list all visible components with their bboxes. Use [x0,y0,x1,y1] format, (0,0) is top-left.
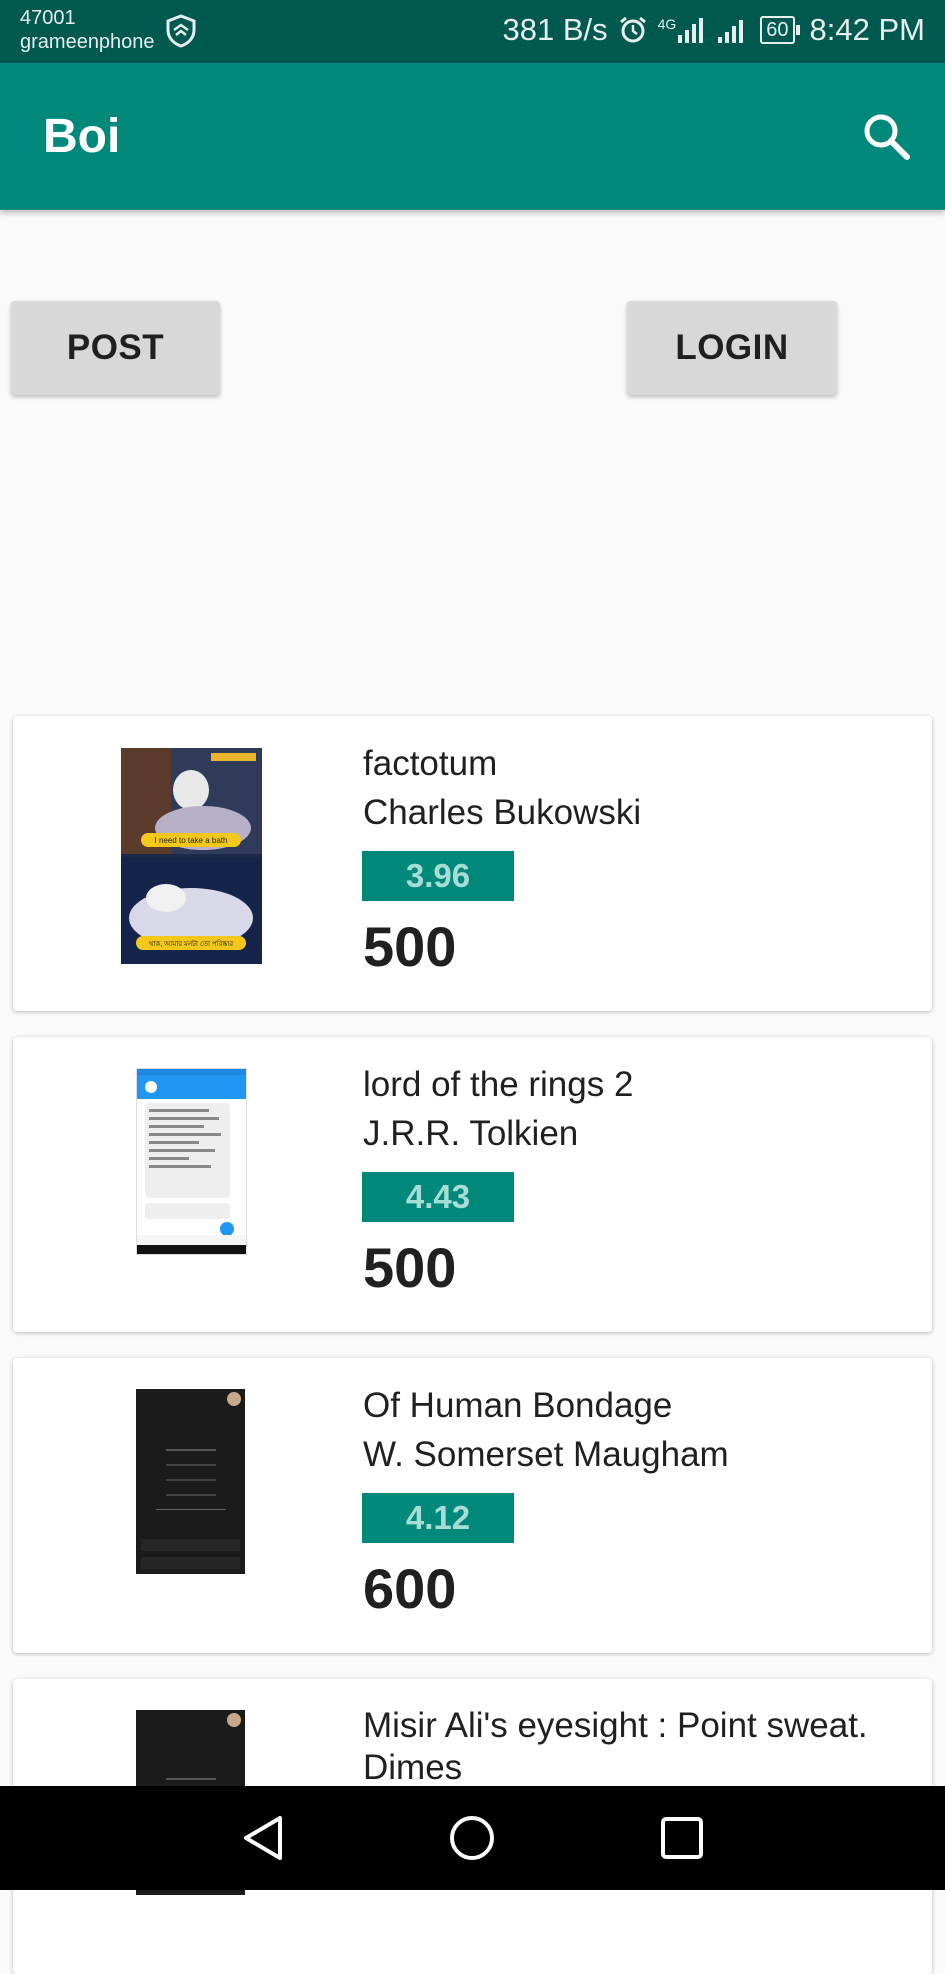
clock: 8:42 PM [809,12,925,47]
thumb-caption-bottom: থাক, আমার মনটা তো পরিষ্কার [149,939,233,948]
book-author: J.R.R. Tolkien [363,1114,579,1153]
signal-4g-icon [678,18,704,43]
recents-square-icon[interactable] [656,1812,708,1864]
book-title: Of Human Bondage [363,1386,673,1425]
rating-badge: 4.12 [362,1493,514,1543]
book-card[interactable]: I need to take a bath থাক, আমার মনটা তো … [13,716,932,1011]
carrier-name: grameenphone [20,31,155,53]
book-price: 500 [363,915,457,978]
status-left: 47001 grameenphone [20,6,155,54]
app-bar: Boi [0,63,945,210]
vpn-shield-icon [166,14,196,48]
rating-badge: 4.43 [362,1172,514,1222]
battery-level: 60 [760,16,795,44]
status-bar: 47001 grameenphone 381 B/s 4G 60 8:42 PM [0,0,945,63]
book-title: Misir Ali's eyesight : Point sweat. Dime… [363,1706,868,1787]
back-triangle-icon[interactable] [238,1812,290,1864]
book-thumbnail [136,1389,245,1574]
navigation-bar [0,1786,945,1890]
rating-badge: 3.96 [362,851,514,901]
post-button[interactable]: POST [11,301,220,395]
book-price: 500 [363,1236,457,1299]
book-author: Charles Bukowski [363,793,642,832]
home-circle-icon[interactable] [446,1812,498,1864]
book-card[interactable]: lord of the rings 2 J.R.R. Tolkien 4.43 … [13,1037,932,1332]
book-thumbnail: I need to take a bath থাক, আমার মনটা তো … [121,748,262,964]
alarm-icon [619,16,646,43]
network-type-label: 4G [657,16,677,32]
book-thumbnail [136,1068,247,1255]
book-title: lord of the rings 2 [363,1065,634,1104]
battery-icon: 60 [760,16,800,44]
search-icon[interactable] [857,107,917,167]
network-code: 47001 [20,7,76,29]
book-author: W. Somerset Maugham [363,1435,729,1474]
app-title: Boi [43,110,121,163]
book-price: 600 [363,1557,457,1620]
book-title: factotum [363,744,498,783]
login-button[interactable]: LOGIN [627,301,837,395]
thumb-caption-top: I need to take a bath [155,836,228,845]
network-speed: 381 B/s [502,12,608,47]
status-right: 381 B/s 4G 60 8:42 PM [502,12,925,48]
signal-icon [718,20,744,43]
book-card[interactable]: Of Human Bondage W. Somerset Maugham 4.1… [13,1358,932,1653]
